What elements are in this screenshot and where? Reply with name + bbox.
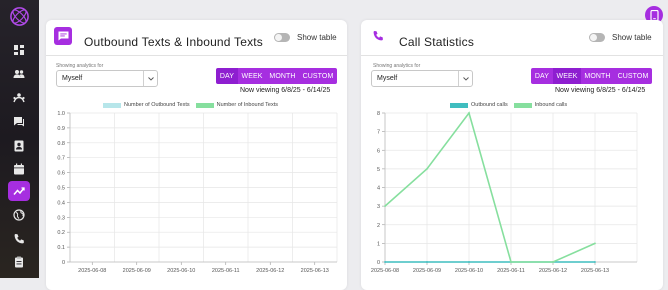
- orbit-logo-icon[interactable]: [9, 6, 30, 27]
- legend-swatch: [103, 102, 121, 108]
- texts-user-select-value: Myself: [62, 75, 83, 82]
- texts-showing-label: Showing analytics for: [56, 63, 104, 69]
- calls-now-viewing: Now viewing 6/8/25 - 6/14/25: [555, 87, 646, 94]
- legend-label: Outbound calls: [471, 102, 508, 108]
- analytics-icon[interactable]: [8, 181, 30, 201]
- mobile-phone-icon: [649, 9, 659, 21]
- legend-swatch: [513, 102, 532, 108]
- phone-icon: [369, 27, 387, 45]
- dashboard-icon[interactable]: [8, 40, 30, 60]
- legend-label: Number of Inbound Texts: [216, 102, 278, 108]
- calls-show-table-toggle[interactable]: [589, 33, 605, 42]
- chat-bubble-icon: [54, 27, 72, 45]
- texts-panel-title: Outbound Texts & Inbound Texts: [84, 35, 264, 49]
- texts-now-viewing: Now viewing 6/8/25 - 6/14/25: [240, 87, 331, 94]
- legend-swatch: [195, 102, 214, 108]
- texts-show-table-toggle[interactable]: [274, 33, 290, 42]
- clipboard-icon[interactable]: [8, 252, 30, 272]
- legend-swatch: [450, 102, 468, 108]
- calls-range-day[interactable]: DAY: [531, 68, 553, 84]
- texts-show-table-label: Show table: [297, 33, 337, 42]
- calls-panel-title: Call Statistics: [399, 35, 475, 49]
- texts-range-month[interactable]: MONTH: [266, 68, 299, 84]
- texts-user-select[interactable]: Myself: [56, 70, 158, 87]
- chevron-down-icon: [143, 71, 157, 86]
- contacts-icon[interactable]: [8, 136, 30, 156]
- team-icon[interactable]: [8, 88, 30, 108]
- texts-header-divider: [46, 55, 347, 56]
- messages-icon[interactable]: [8, 112, 30, 132]
- phone-icon[interactable]: [8, 229, 30, 249]
- texts-panel: Outbound Texts & Inbound Texts Show tabl…: [46, 20, 347, 290]
- calls-legend: Outbound calls Inbound calls: [450, 102, 567, 108]
- calls-header-divider: [361, 55, 663, 56]
- chevron-down-icon: [458, 71, 472, 86]
- texts-legend: Number of Outbound Texts Number of Inbou…: [103, 102, 278, 108]
- legend-label: Number of Outbound Texts: [124, 102, 190, 108]
- sidebar: [0, 0, 39, 278]
- calls-panel: Call Statistics Show table Showing analy…: [361, 20, 663, 290]
- calls-range-selector: DAY WEEK MONTH CUSTOM: [531, 68, 652, 84]
- calls-range-week[interactable]: WEEK: [553, 68, 581, 84]
- globe-icon[interactable]: [8, 205, 30, 225]
- calls-user-select-value: Myself: [377, 75, 398, 82]
- calendar-icon[interactable]: [8, 159, 30, 179]
- users-icon[interactable]: [8, 64, 30, 84]
- calls-user-select[interactable]: Myself: [371, 70, 473, 87]
- calls-range-month[interactable]: MONTH: [581, 68, 614, 84]
- texts-range-week[interactable]: WEEK: [238, 68, 266, 84]
- legend-label: Inbound calls: [534, 102, 568, 108]
- texts-range-day[interactable]: DAY: [216, 68, 238, 84]
- texts-range-selector: DAY WEEK MONTH CUSTOM: [216, 68, 337, 84]
- texts-range-custom[interactable]: CUSTOM: [299, 68, 337, 84]
- calls-show-table-label: Show table: [612, 33, 652, 42]
- calls-range-custom[interactable]: CUSTOM: [614, 68, 652, 84]
- calls-showing-label: Showing analytics for: [373, 63, 421, 69]
